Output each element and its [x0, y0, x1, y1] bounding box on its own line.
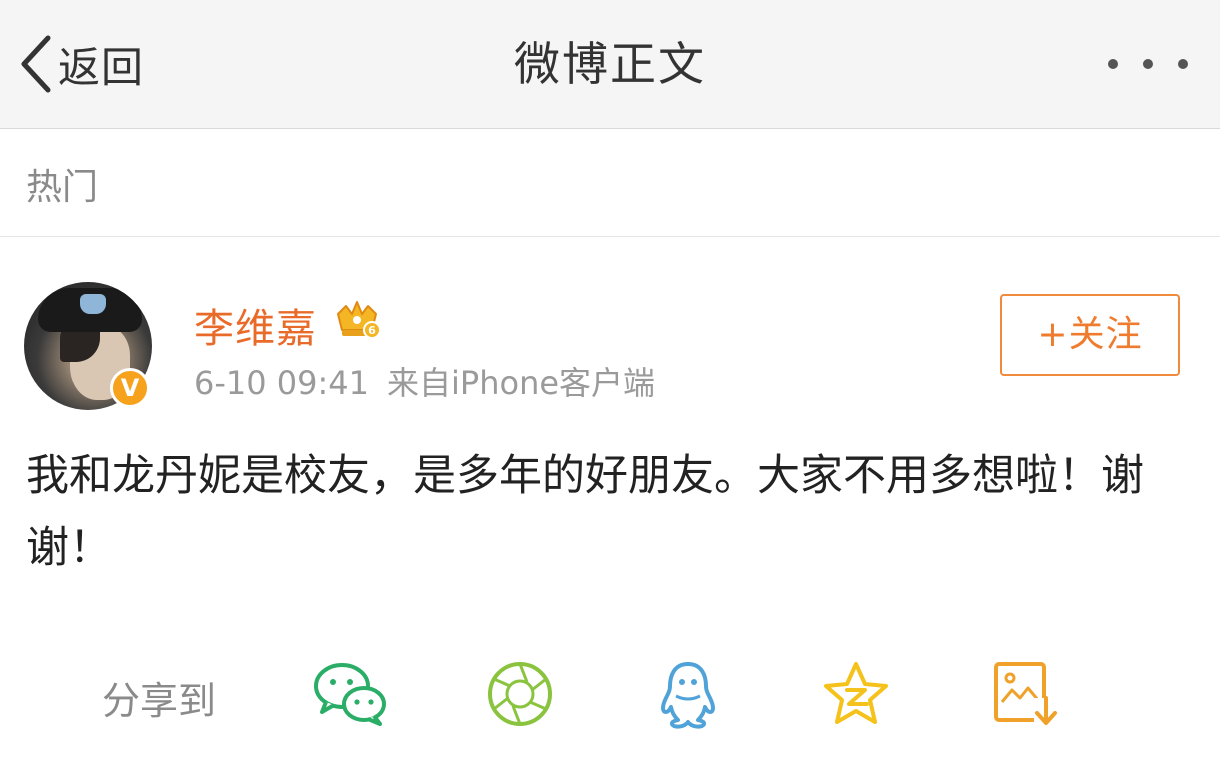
chevron-left-icon	[21, 35, 51, 93]
qq-icon	[661, 662, 715, 729]
post-source: 来自iPhone客户端	[387, 364, 656, 402]
back-label: 返回	[58, 42, 145, 92]
save-image-button[interactable]	[988, 658, 1064, 730]
page-title: 微博正文	[514, 37, 706, 91]
moments-icon	[488, 662, 552, 726]
avatar-hat-logo	[80, 294, 106, 314]
share-label: 分享到	[102, 679, 217, 723]
author-name[interactable]: 李维嘉	[194, 296, 317, 354]
wechat-icon	[314, 663, 386, 726]
verified-badge: V	[110, 368, 150, 408]
follow-button[interactable]: +关注	[1000, 294, 1180, 376]
more-dot-icon	[1178, 59, 1188, 69]
qzone-share-button[interactable]	[818, 658, 894, 730]
more-dot-icon	[1108, 59, 1118, 69]
post-content: 我和龙丹妮是校友，是多年的好朋友。大家不用多想啦！谢谢！	[26, 451, 1144, 573]
share-bar: 分享到	[0, 650, 1220, 740]
crown-level: 6	[368, 324, 376, 337]
divider	[0, 236, 1220, 237]
save-image-icon	[994, 662, 1058, 726]
top-navbar: 返回 微博正文	[0, 0, 1220, 129]
crown-icon: 6	[337, 301, 380, 339]
wechat-share-button[interactable]	[312, 658, 388, 730]
post-date: 6-10 09:41	[194, 364, 370, 402]
more-dot-icon	[1143, 59, 1153, 69]
more-options-button[interactable]	[1108, 48, 1188, 80]
post-meta: 6-10 09:41 来自iPhone客户端	[194, 358, 655, 404]
qq-share-button[interactable]	[650, 658, 726, 730]
back-button[interactable]: 返回	[18, 32, 144, 96]
moments-share-button[interactable]	[482, 658, 558, 730]
section-label: 热门	[26, 167, 99, 208]
qzone-icon	[824, 662, 888, 724]
